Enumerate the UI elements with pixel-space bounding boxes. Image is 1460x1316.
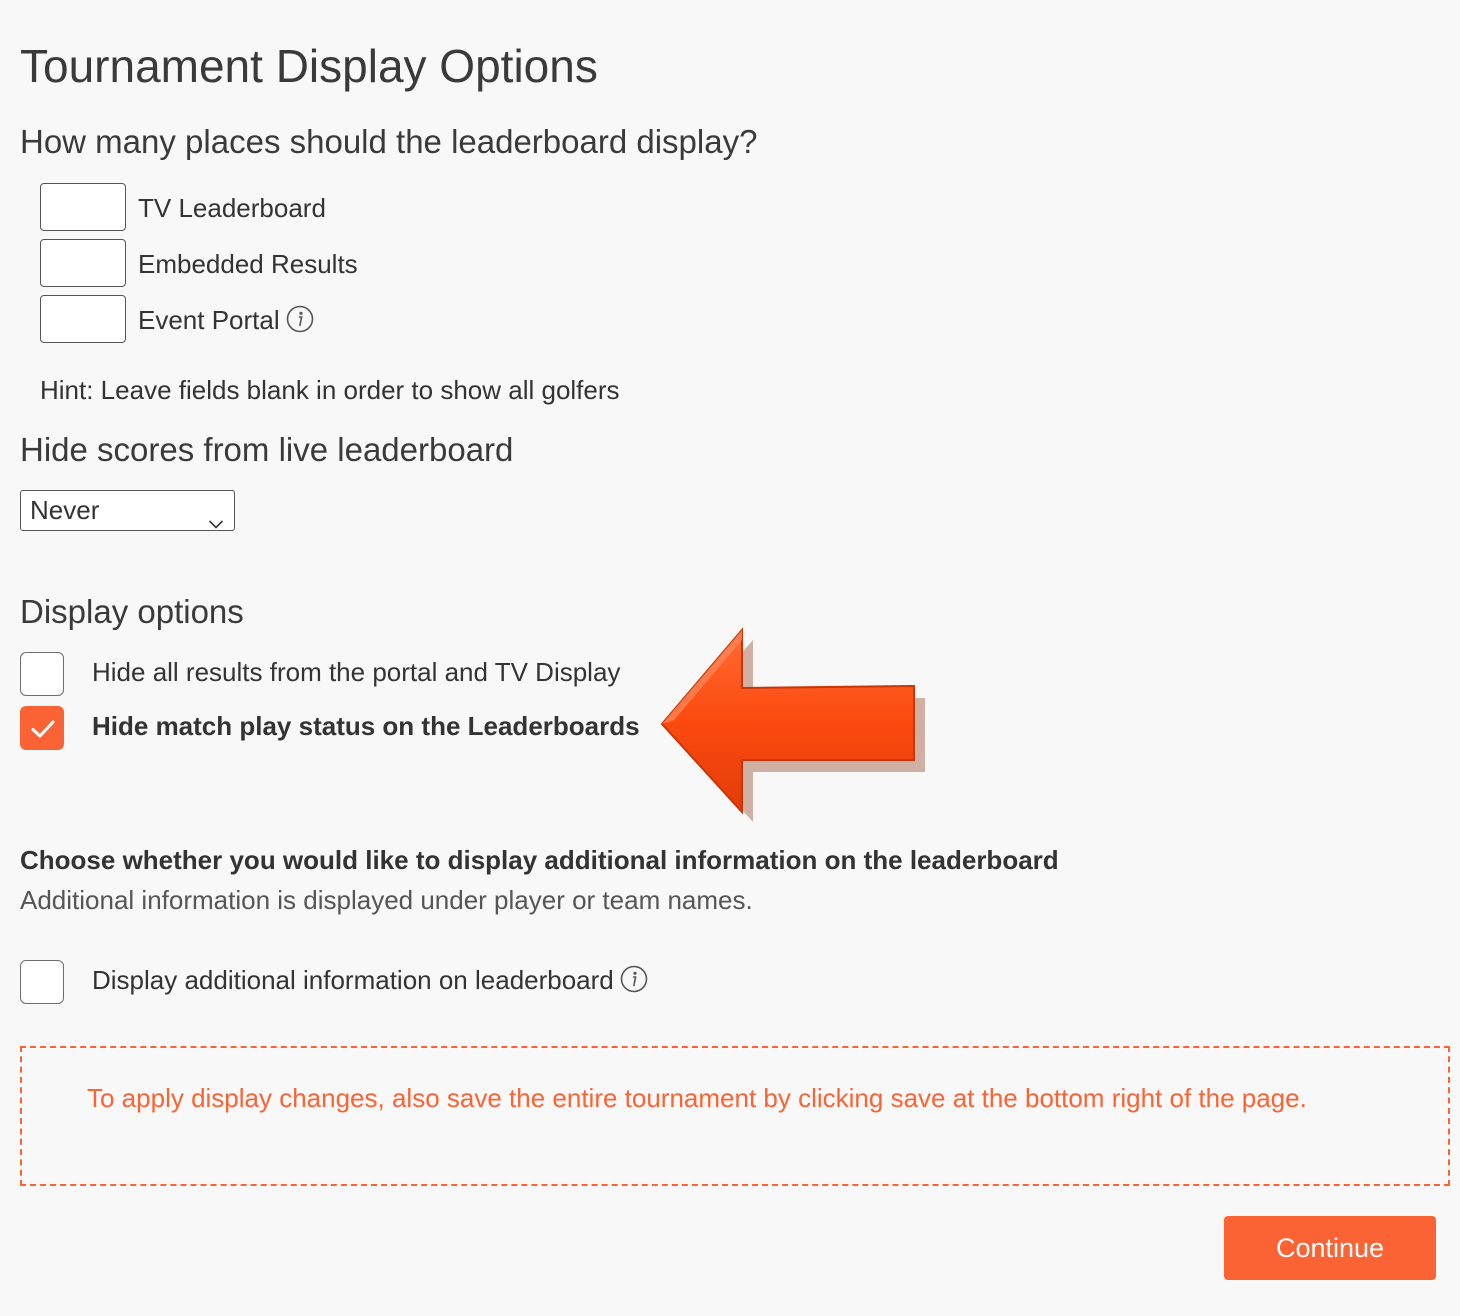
hide-scores-heading: Hide scores from live leaderboard: [20, 431, 514, 468]
places-heading: How many places should the leaderboard d…: [20, 123, 758, 160]
additional-info-heading: Choose whether you would like to display…: [20, 845, 1059, 875]
info-icon[interactable]: [286, 305, 314, 333]
hide-match-play-label: Hide match play status on the Leaderboar…: [92, 711, 640, 741]
notice-box: To apply display changes, also save the …: [20, 1046, 1450, 1186]
event-portal-label: Event Portal: [138, 305, 280, 335]
page-title: Tournament Display Options: [20, 40, 598, 92]
display-additional-info-checkbox[interactable]: [20, 960, 64, 1004]
hide-all-results-label: Hide all results from the portal and TV …: [92, 657, 621, 687]
display-additional-info-label: Display additional information on leader…: [92, 965, 614, 995]
hint-text: Hint: Leave fields blank in order to sho…: [40, 375, 620, 405]
display-options-heading: Display options: [20, 593, 244, 630]
embedded-results-input[interactable]: [40, 239, 126, 287]
display-additional-info-row: Display additional information on leader…: [92, 964, 648, 996]
checkmark-icon: [31, 720, 55, 738]
event-portal-row: Event Portal: [138, 304, 314, 336]
additional-info-description: Additional information is displayed unde…: [20, 885, 753, 915]
hide-scores-select[interactable]: Never: [20, 490, 235, 531]
arrow-left-icon: [650, 620, 940, 835]
tv-leaderboard-label: TV Leaderboard: [138, 193, 326, 223]
continue-button[interactable]: Continue: [1224, 1216, 1436, 1280]
info-icon[interactable]: [620, 965, 648, 993]
hide-all-results-checkbox[interactable]: [20, 652, 64, 696]
hide-scores-selected-value: Never: [30, 495, 100, 525]
notice-text: To apply display changes, also save the …: [87, 1083, 1307, 1113]
hide-match-play-checkbox[interactable]: [20, 706, 64, 750]
tv-leaderboard-input[interactable]: [40, 183, 126, 231]
event-portal-input[interactable]: [40, 295, 126, 343]
chevron-down-icon: [208, 503, 224, 529]
embedded-results-label: Embedded Results: [138, 249, 358, 279]
